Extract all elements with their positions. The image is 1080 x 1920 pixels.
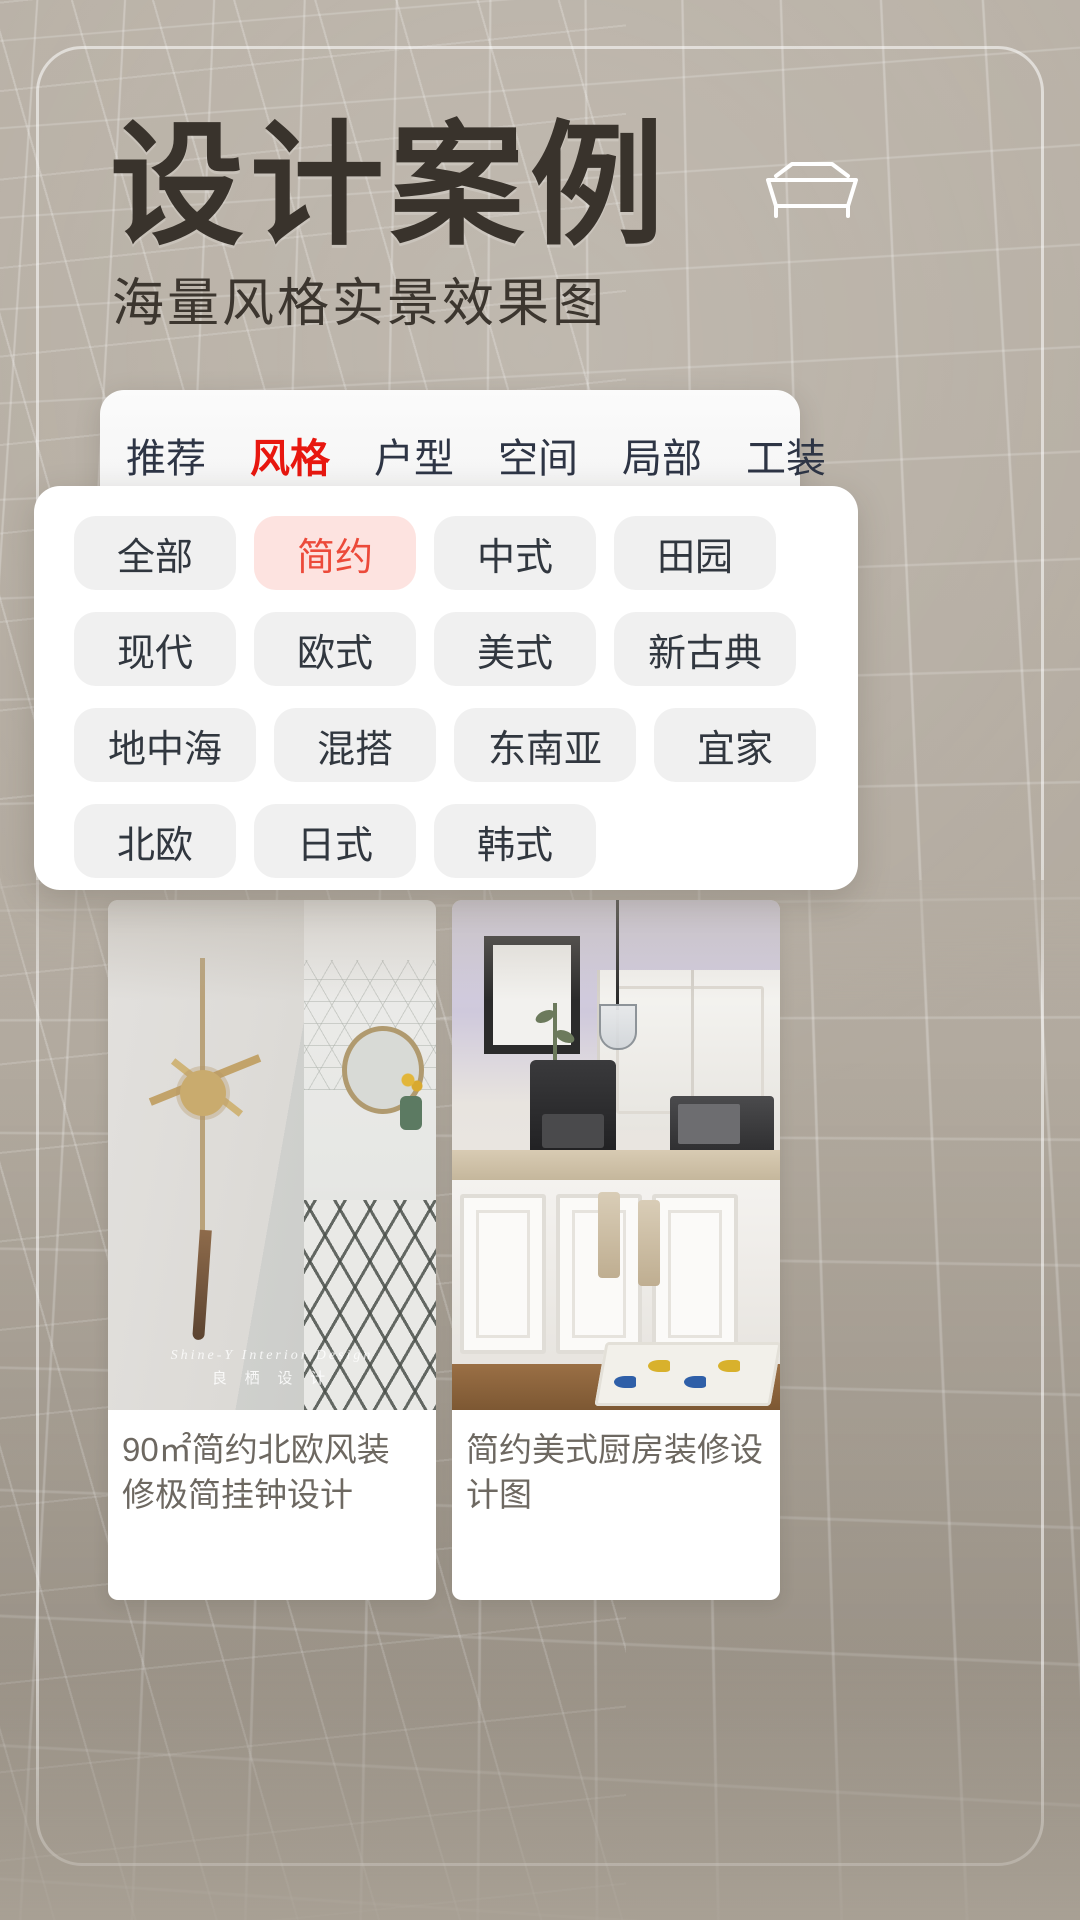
tab-4[interactable]: 局部	[622, 426, 702, 484]
thumbnail-watermark-cn: 良 栖 设 计	[211, 1371, 333, 1387]
cabinet-door-decor	[652, 1194, 738, 1354]
clock-pendulum-decor	[192, 1229, 212, 1341]
flower-decor	[396, 1068, 426, 1098]
vase-decor	[400, 1096, 422, 1130]
filter-chip[interactable]: 东南亚	[454, 708, 637, 782]
countertop-decor	[452, 1150, 780, 1180]
filter-chip[interactable]: 中式	[434, 516, 596, 590]
fish-rug-decor	[594, 1342, 780, 1406]
tab-label: 工装	[746, 437, 826, 481]
filter-chip-label: 东南亚	[488, 728, 603, 771]
filter-chip-label: 宜家	[697, 728, 774, 771]
coffee-machine-decor	[530, 1060, 616, 1156]
filter-chip-label: 混搭	[317, 728, 394, 771]
filter-chip[interactable]: 美式	[434, 612, 596, 686]
page-subtitle: 海量风格实景效果图	[112, 275, 608, 333]
filter-chip[interactable]: 新古典	[614, 612, 797, 686]
result-thumbnail[interactable]	[452, 900, 780, 1410]
hanging-tassel-decor	[598, 1192, 620, 1278]
filter-chip[interactable]: 混搭	[274, 708, 437, 782]
page-header: 设计案例 海量风格实景效果图	[0, 0, 1080, 400]
cabinet-door-decor	[460, 1194, 546, 1354]
filter-chip-label: 美式	[476, 632, 553, 675]
tab-label: 局部	[622, 437, 702, 481]
filter-chip[interactable]: 宜家	[654, 708, 817, 782]
filter-chip-rows: 全部 简约 中式 田园现代 欧式 美式 新古典地中海 混搭 东南亚 宜家北欧 日式 韩式	[74, 516, 818, 878]
filter-chip-label: 中式	[476, 536, 553, 579]
fish-motif-decor	[648, 1360, 670, 1372]
filter-chip-row: 地中海 混搭 东南亚 宜家	[74, 708, 818, 782]
filter-chip[interactable]: 简约	[254, 516, 416, 590]
clock-hub-decor	[180, 1070, 226, 1116]
result-caption: 90㎡简约北欧风装修极简挂钟设计	[122, 1431, 390, 1513]
tab-label: 空间	[498, 437, 578, 481]
page-title: 设计案例	[110, 112, 671, 261]
pendant-light-decor	[599, 900, 637, 1050]
tab-2[interactable]: 户型	[374, 426, 454, 484]
results-grid: Shine-Y Interior Design 良 栖 设 计 90㎡简约北欧风…	[108, 900, 780, 1600]
wall-art-decor	[484, 936, 580, 1073]
filter-chip-row: 全部 简约 中式 田园	[74, 516, 818, 590]
filter-chip-row: 现代 欧式 美式 新古典	[74, 612, 818, 686]
fish-motif-decor	[614, 1376, 636, 1388]
tab-label: 风格	[250, 437, 330, 481]
filter-chip[interactable]: 韩式	[434, 804, 596, 878]
filter-chip-label: 地中海	[108, 728, 223, 771]
filter-chip[interactable]: 地中海	[74, 708, 257, 782]
filter-chip-label: 新古典	[648, 632, 763, 675]
result-card[interactable]: 简约美式厨房装修设计图	[452, 900, 780, 1600]
filter-chip-label: 现代	[116, 632, 193, 675]
filter-chip-label: 田园	[656, 536, 733, 579]
filter-chip[interactable]: 田园	[614, 516, 776, 590]
thumbnail-watermark-en: Shine-Y Interior Design	[170, 1348, 374, 1363]
tab-0[interactable]: 推荐	[126, 426, 206, 484]
filter-chip-label: 韩式	[476, 824, 553, 867]
tab-5[interactable]: 工装	[746, 426, 826, 484]
fish-motif-decor	[718, 1360, 740, 1372]
filter-chip-row: 北欧 日式 韩式	[74, 804, 818, 878]
filter-chip-label: 日式	[296, 824, 373, 867]
filter-chip-label: 全部	[116, 536, 193, 579]
fish-motif-decor	[684, 1376, 706, 1388]
filter-chip-label: 欧式	[296, 632, 373, 675]
filter-chip-label: 北欧	[116, 824, 193, 867]
tab-1[interactable]: 风格	[250, 426, 330, 504]
sofa-icon	[762, 158, 862, 224]
result-caption: 简约美式厨房装修设计图	[466, 1431, 763, 1513]
filter-chip[interactable]: 欧式	[254, 612, 416, 686]
tab-label: 户型	[374, 437, 454, 481]
filter-chip-label: 简约	[296, 536, 373, 579]
style-filter-panel: 全部 简约 中式 田园现代 欧式 美式 新古典地中海 混搭 东南亚 宜家北欧 日式 韩式	[34, 486, 858, 890]
microwave-decor	[670, 1096, 774, 1154]
result-card[interactable]: Shine-Y Interior Design 良 栖 设 计 90㎡简约北欧风…	[108, 900, 436, 1600]
tab-3[interactable]: 空间	[498, 426, 578, 484]
filter-chip[interactable]: 北欧	[74, 804, 236, 878]
result-thumbnail[interactable]: Shine-Y Interior Design 良 栖 设 计	[108, 900, 436, 1410]
tab-label: 推荐	[126, 437, 206, 481]
filter-chip[interactable]: 日式	[254, 804, 416, 878]
filter-chip[interactable]: 全部	[74, 516, 236, 590]
app-screen: 设计案例 海量风格实景效果图 Shine-Y Interior Design 良…	[0, 0, 1080, 1920]
hanging-tassel-decor	[638, 1200, 660, 1286]
filter-chip[interactable]: 现代	[74, 612, 236, 686]
